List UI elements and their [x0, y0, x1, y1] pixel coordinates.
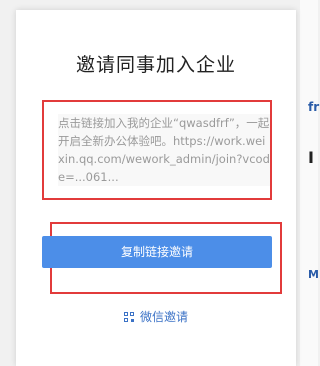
background-page: fr I M	[300, 0, 320, 366]
wechat-invite-link[interactable]: 微信邀请	[16, 308, 296, 325]
invite-link-text[interactable]: 点击链接加入我的企业“qwasdfrf”，一起开启全新办公体验吧。https:/…	[58, 114, 270, 186]
dialog-title: 邀请同事加入企业	[75, 54, 236, 76]
qr-code-icon	[123, 312, 134, 322]
invite-dialog: 邀请同事加入企业 点击链接加入我的企业“qwasdfrf”，一起开启全新办公体验…	[16, 10, 296, 366]
background-text: M	[308, 268, 319, 281]
invite-link-box: 点击链接加入我的企业“qwasdfrf”，一起开启全新办公体验吧。https:/…	[42, 100, 272, 200]
screen: fr I M 邀请同事加入企业 点击链接加入我的企业“qwasdfrf”，一起开…	[0, 0, 320, 366]
copy-invite-link-button[interactable]: 复制链接邀请	[42, 236, 272, 268]
background-text: I	[308, 148, 314, 167]
background-text: fr	[308, 100, 320, 114]
wechat-invite-label: 微信邀请	[139, 310, 188, 324]
